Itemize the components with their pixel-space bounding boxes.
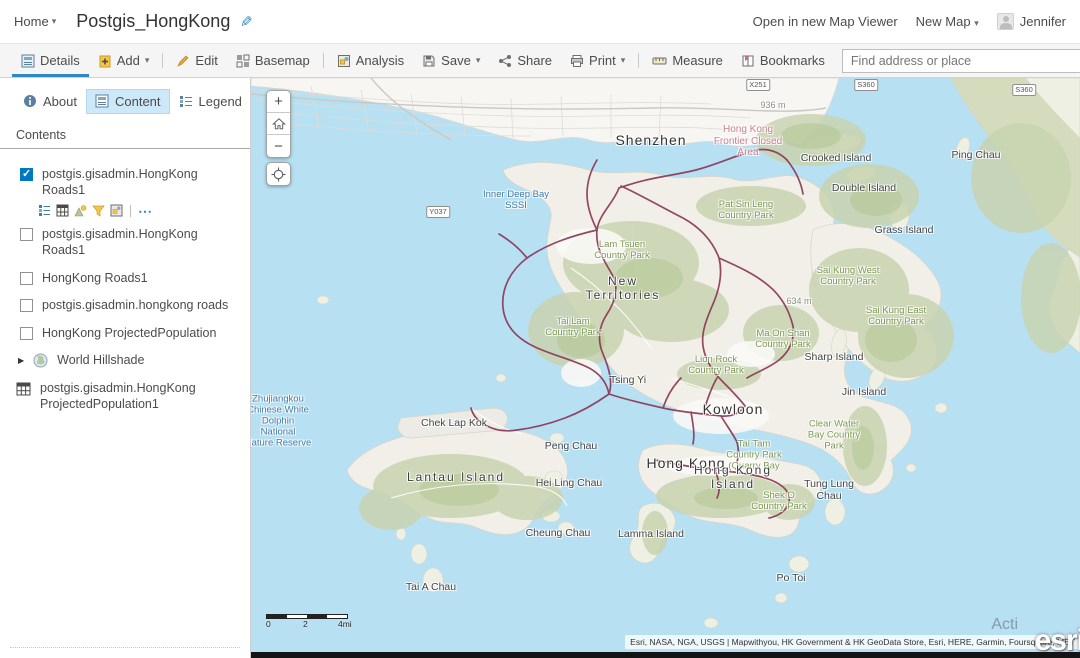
layer-item-projected-population: HongKong ProjectedPopulation [0,320,250,348]
open-in-new-viewer-link[interactable]: Open in new Map Viewer [753,14,898,29]
tab-content[interactable]: Content [86,89,170,114]
caret-down-icon: ▾ [145,55,150,66]
show-legend-icon[interactable] [38,204,51,217]
search-box [842,49,1080,73]
basemap-icon [236,54,250,68]
new-map-menu[interactable]: New Map ▾ [916,14,979,29]
window-edge [251,652,1080,658]
filter-icon[interactable] [92,204,105,217]
tab-legend[interactable]: Legend [170,89,251,114]
layer-item-hongkong-roads: postgis.gisadmin.hongkong roads [0,292,250,320]
toolbar-separator [638,53,639,68]
edit-button[interactable]: Edit [167,44,226,77]
toolbar-separator [323,53,324,68]
layer-checkbox[interactable] [20,327,33,340]
save-button[interactable]: Save ▾ [413,44,489,77]
search-input[interactable] [843,54,1080,68]
measure-ruler-icon [652,54,667,68]
layer-checkbox[interactable] [20,299,33,312]
zoom-controls: + − [266,90,291,158]
table-icon [16,382,31,396]
layer-item-projected-population1-table: postgis.gisadmin.HongKong ProjectedPopul… [0,375,250,418]
details-sidebar: About Content Legend ◀ Contents postgis.… [0,78,251,658]
home-button[interactable] [267,113,290,135]
basemap-topographic [251,78,1080,652]
layer-checkbox[interactable] [20,228,33,241]
caret-down-icon: ▾ [621,55,626,66]
app-header: Home ▾ Postgis_HongKong ✎ Open in new Ma… [0,0,1080,43]
edit-title-icon[interactable]: ✎ [240,13,253,31]
details-button[interactable]: Details [12,44,89,77]
layer-item-roads1-a: postgis.gisadmin.HongKong Roads1 [0,161,250,204]
basemap-globe-icon [33,353,48,368]
analysis-button[interactable]: Analysis [328,44,413,77]
expand-arrow-icon[interactable]: ▶ [18,356,24,365]
user-name: Jennifer [1020,14,1066,29]
map-attribution: Esri, NASA, NGA, USGS | Mapwithyou, HK G… [625,635,1080,649]
arcgis-map-viewer-window: Home ▾ Postgis_HongKong ✎ Open in new Ma… [0,0,1080,658]
change-style-icon[interactable] [74,204,87,217]
share-icon [498,54,512,68]
page-title: Postgis_HongKong [76,11,230,32]
caret-down-icon: ▾ [974,18,979,28]
edit-pencil-icon [176,54,190,68]
avatar [997,13,1014,30]
save-icon [422,54,436,68]
locate-icon [271,167,286,182]
map-canvas[interactable]: ShenzhenHong KongFrontier ClosedArea936 … [251,78,1080,652]
tab-about[interactable]: About [14,89,86,114]
print-button[interactable]: Print ▾ [561,44,634,77]
contents-heading: Contents [0,116,250,148]
show-table-icon[interactable] [56,204,69,217]
layer-checkbox[interactable] [20,272,33,285]
print-icon [570,54,584,68]
content-icon [95,94,109,108]
more-options-icon[interactable]: ⋯ [138,206,152,216]
zoom-out-button[interactable]: − [267,135,290,157]
measure-button[interactable]: Measure [643,44,732,77]
layer-item-world-hillshade: ▶ World Hillshade [0,347,250,375]
share-button[interactable]: Share [489,44,561,77]
divider [0,148,250,149]
user-menu[interactable]: Jennifer [997,13,1066,30]
details-icon [21,54,35,68]
esri-logo: esri [1035,624,1080,652]
zoom-in-button[interactable]: + [267,91,290,113]
find-my-location-button[interactable] [266,162,291,186]
layer-item-hongkong-roads1: HongKong Roads1 [0,265,250,293]
perform-analysis-icon[interactable] [110,204,123,217]
toolbar-separator [162,53,163,68]
bookmarks-icon [741,54,755,68]
sidebar-footer-divider [10,647,240,648]
bookmarks-button[interactable]: Bookmarks [732,44,834,77]
activation-watermark: Acti [991,616,1018,634]
add-icon [98,54,112,68]
layer-item-roads1-b: postgis.gisadmin.HongKong Roads1 [0,221,250,264]
layer-tools: ⋯ [0,204,250,221]
basemap-button[interactable]: Basemap [227,44,319,77]
layer-checkbox[interactable] [20,168,33,181]
caret-down-icon: ▾ [52,16,57,27]
legend-icon [179,94,193,108]
toolbar: Details Add ▾ Edit Basemap Analysis [0,43,1080,78]
tools-separator [130,205,131,217]
home-menu[interactable]: Home ▾ [14,14,56,29]
analysis-icon [337,54,351,68]
caret-down-icon: ▾ [476,55,481,66]
scale-bar: 0 2 4mi [266,614,348,630]
home-label: Home [14,14,49,29]
info-icon [23,94,37,108]
home-icon [272,117,286,131]
add-button[interactable]: Add ▾ [89,44,159,77]
